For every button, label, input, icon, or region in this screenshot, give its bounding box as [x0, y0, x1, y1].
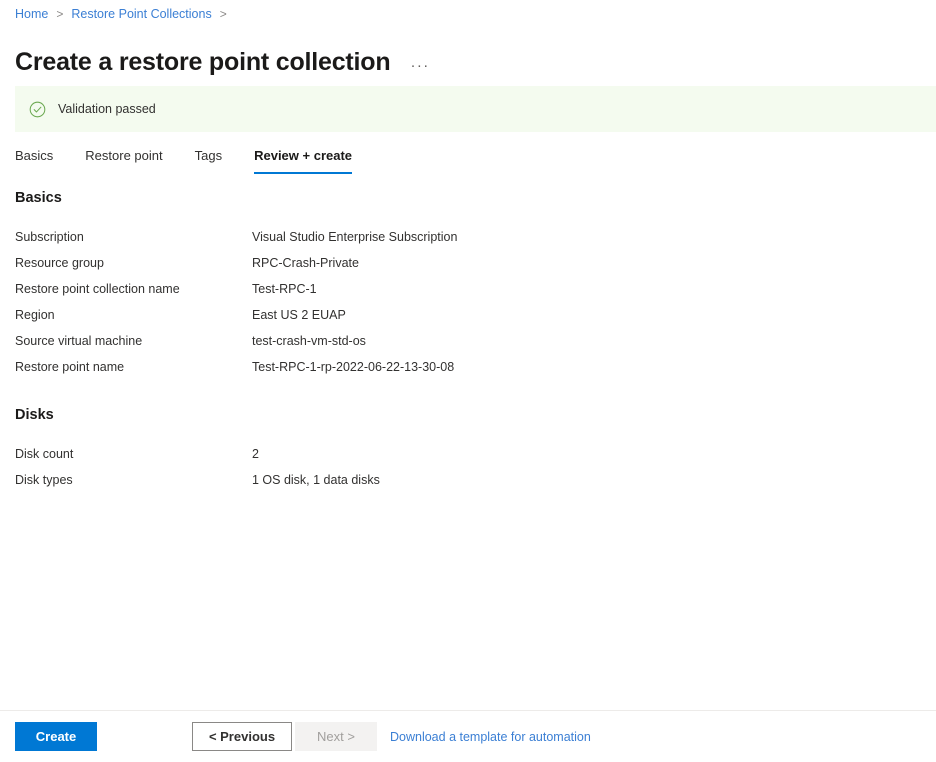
breadcrumb-separator-icon: >	[56, 7, 64, 21]
summary-value: Test-RPC-1-rp-2022-06-22-13-30-08	[252, 360, 455, 374]
summary-value: RPC-Crash-Private	[252, 256, 359, 270]
tab-review-create[interactable]: Review + create	[254, 144, 353, 174]
summary-row-region: Region East US 2 EUAP	[15, 302, 921, 328]
section-basics: Basics Subscription Visual Studio Enterp…	[15, 190, 921, 380]
summary-value: Test-RPC-1	[252, 282, 317, 296]
summary-value: 1 OS disk, 1 data disks	[252, 473, 380, 487]
summary-label: Region	[15, 308, 55, 322]
summary-label: Subscription	[15, 230, 84, 244]
tab-tags[interactable]: Tags	[195, 144, 222, 174]
tab-basics[interactable]: Basics	[15, 144, 53, 174]
breadcrumb-item-restore-point-collections[interactable]: Restore Point Collections	[71, 5, 211, 23]
summary-row-source-virtual-machine: Source virtual machine test-crash-vm-std…	[15, 328, 921, 354]
validation-message: Validation passed	[58, 102, 156, 116]
summary-value: East US 2 EUAP	[252, 308, 346, 322]
summary-value: 2	[252, 447, 259, 461]
summary-value: test-crash-vm-std-os	[252, 334, 366, 348]
wizard-tabs: Basics Restore point Tags Review + creat…	[15, 144, 384, 174]
summary-row-restore-point-name: Restore point name Test-RPC-1-rp-2022-06…	[15, 354, 921, 380]
next-button: Next >	[295, 722, 377, 751]
summary-value: Visual Studio Enterprise Subscription	[252, 230, 458, 244]
review-summary: Basics Subscription Visual Studio Enterp…	[15, 190, 921, 493]
breadcrumb-item-home[interactable]: Home	[15, 5, 48, 23]
summary-row-subscription: Subscription Visual Studio Enterprise Su…	[15, 224, 921, 250]
download-template-link[interactable]: Download a template for automation	[390, 730, 591, 744]
check-circle-icon	[29, 101, 46, 117]
tab-restore-point[interactable]: Restore point	[85, 144, 162, 174]
breadcrumb: Home > Restore Point Collections >	[15, 5, 235, 23]
summary-row-restore-point-collection-name: Restore point collection name Test-RPC-1	[15, 276, 921, 302]
summary-row-resource-group: Resource group RPC-Crash-Private	[15, 250, 921, 276]
summary-label: Source virtual machine	[15, 334, 143, 348]
summary-label: Disk count	[15, 447, 74, 461]
create-button[interactable]: Create	[15, 722, 97, 751]
page-title: Create a restore point collection	[15, 47, 391, 76]
summary-label: Disk types	[15, 473, 73, 487]
section-heading-basics: Basics	[15, 190, 62, 206]
more-options-icon[interactable]: ···	[406, 57, 433, 75]
section-heading-disks: Disks	[15, 407, 54, 423]
summary-row-disk-count: Disk count 2	[15, 441, 921, 467]
wizard-footer: Create < Previous Next > Download a temp…	[0, 711, 936, 762]
summary-row-disk-types: Disk types 1 OS disk, 1 data disks	[15, 467, 921, 493]
section-disks: Disks Disk count 2 Disk types 1 OS disk,…	[15, 407, 921, 493]
page-header: Create a restore point collection ···	[15, 29, 434, 95]
summary-label: Restore point collection name	[15, 282, 180, 296]
previous-button[interactable]: < Previous	[192, 722, 292, 751]
summary-label: Resource group	[15, 256, 104, 270]
summary-label: Restore point name	[15, 360, 125, 374]
validation-banner: Validation passed	[15, 86, 936, 132]
breadcrumb-separator-icon: >	[219, 7, 227, 21]
